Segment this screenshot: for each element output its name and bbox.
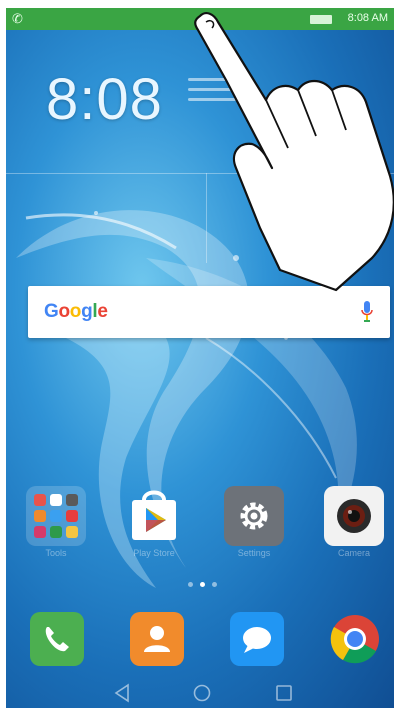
app-label: Tools xyxy=(45,548,67,558)
app-label: Camera xyxy=(337,548,370,558)
contacts-app[interactable] xyxy=(130,612,184,666)
recents-icon[interactable] xyxy=(272,682,296,704)
contacts-icon xyxy=(144,626,170,652)
back-icon[interactable] xyxy=(110,682,134,704)
message-icon xyxy=(243,627,271,653)
gear-icon xyxy=(240,502,268,530)
swipe-down-hand-icon xyxy=(194,12,394,292)
settings-app[interactable] xyxy=(224,486,284,546)
page-dot[interactable] xyxy=(188,582,193,587)
messaging-app[interactable] xyxy=(230,612,284,666)
phone-screen: ✆ 8:08 AM 8:08 Google Tools Play Store S… xyxy=(6,8,394,708)
page-dot[interactable] xyxy=(212,582,217,587)
tools-folder[interactable] xyxy=(26,486,86,546)
home-icon[interactable] xyxy=(190,682,214,704)
dock xyxy=(6,608,394,678)
camera-app[interactable] xyxy=(324,486,384,546)
clock-time: 8:08 xyxy=(46,67,163,132)
play-store-icon xyxy=(132,490,176,540)
page-indicator xyxy=(188,582,228,590)
folder-icon xyxy=(34,494,78,538)
phone-icon xyxy=(45,627,69,652)
phone-icon: ✆ xyxy=(12,11,23,26)
phone-app[interactable] xyxy=(30,612,84,666)
app-grid-row: Tools Play Store Settings Camera xyxy=(6,486,394,576)
camera-icon xyxy=(337,499,371,533)
page-dot-active[interactable] xyxy=(200,582,205,587)
navigation-bar xyxy=(6,678,394,708)
app-label: Play Store xyxy=(133,548,175,558)
chrome-app[interactable] xyxy=(328,612,382,666)
play-store-app[interactable] xyxy=(124,486,184,546)
app-label: Settings xyxy=(237,548,271,558)
google-logo: Google xyxy=(44,301,108,322)
chrome-icon xyxy=(330,615,379,664)
mic-icon[interactable] xyxy=(360,300,374,324)
